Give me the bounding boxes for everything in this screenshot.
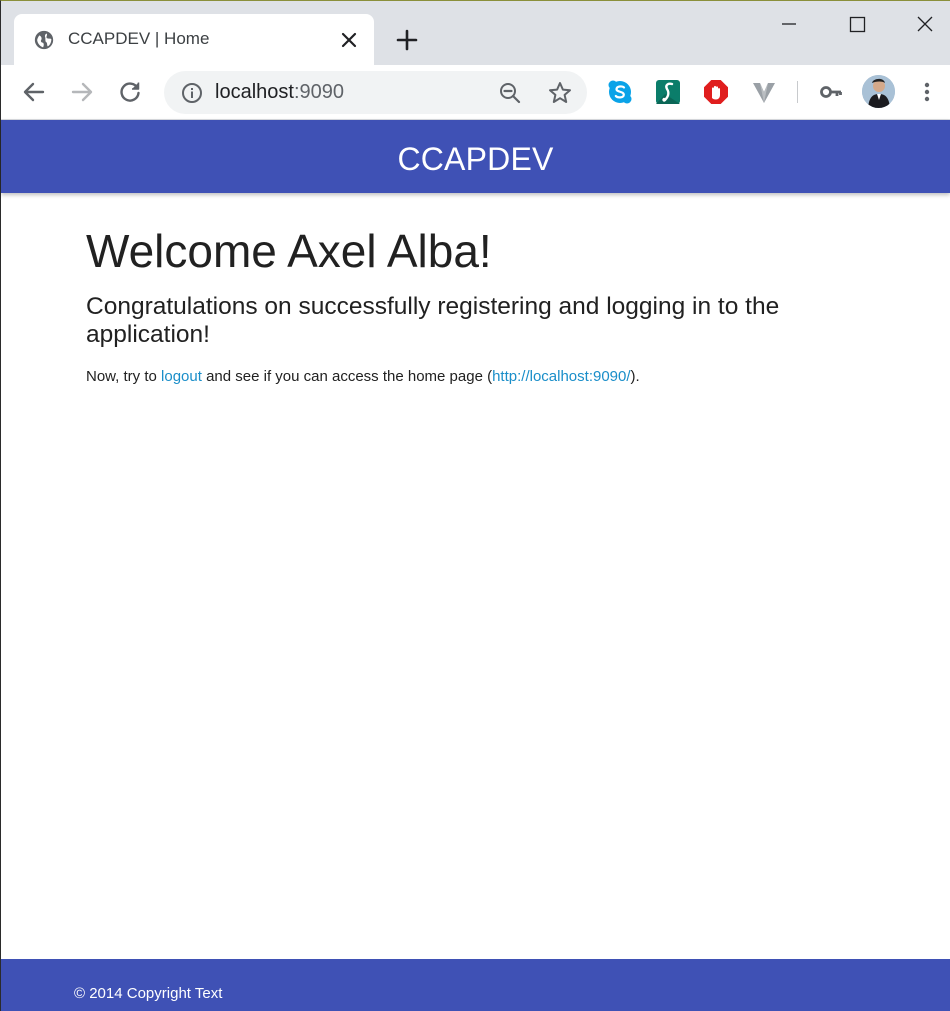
instructions-text: Now, try to logout and see if you can ac… bbox=[86, 368, 876, 386]
new-tab-plus-icon[interactable] bbox=[394, 27, 420, 53]
s-extension-icon[interactable] bbox=[655, 79, 681, 105]
reload-icon[interactable] bbox=[117, 79, 143, 105]
site-brand[interactable]: CCAPDEV bbox=[1, 120, 950, 193]
url-text[interactable]: localhost:9090 bbox=[215, 81, 344, 104]
address-bar[interactable]: localhost:9090 bbox=[164, 71, 587, 114]
info-icon[interactable] bbox=[180, 81, 204, 105]
note-prefix: Now, try to bbox=[86, 368, 162, 385]
minimize-icon[interactable] bbox=[771, 9, 807, 39]
home-page-link[interactable]: http://localhost:9090/ bbox=[492, 368, 630, 385]
toolbar-divider bbox=[797, 81, 798, 103]
globe-icon bbox=[33, 29, 55, 51]
main-content: Welcome Axel Alba! Congratulations on su… bbox=[86, 223, 876, 386]
v-extension-icon[interactable] bbox=[751, 79, 777, 105]
star-icon[interactable] bbox=[547, 80, 573, 106]
congrats-subtitle: Congratulations on successfully register… bbox=[86, 293, 780, 348]
key-icon[interactable] bbox=[818, 79, 844, 105]
window-close-icon[interactable] bbox=[907, 9, 943, 39]
copyright-text: © 2014 Copyright Text bbox=[74, 985, 223, 1002]
maximize-icon[interactable] bbox=[839, 9, 875, 39]
note-middle: and see if you can access the home page … bbox=[201, 368, 493, 385]
logout-link[interactable]: logout bbox=[161, 368, 202, 385]
zoom-out-icon[interactable] bbox=[498, 81, 522, 105]
site-footer: © 2014 Copyright Text bbox=[1, 959, 950, 1011]
forward-arrow-icon[interactable] bbox=[69, 79, 95, 105]
tab-strip: CCAPDEV | Home bbox=[1, 1, 950, 65]
tab-close-icon[interactable] bbox=[340, 31, 358, 49]
note-suffix: ). bbox=[630, 368, 640, 385]
url-port: :9090 bbox=[293, 81, 344, 103]
browser-toolbar: localhost:9090 bbox=[1, 65, 950, 120]
url-host: localhost bbox=[215, 81, 294, 103]
profile-avatar[interactable] bbox=[862, 75, 895, 108]
tab-title: CCAPDEV | Home bbox=[68, 29, 210, 48]
tab-home[interactable]: CCAPDEV | Home bbox=[14, 14, 374, 65]
stop-hand-icon[interactable] bbox=[703, 79, 729, 105]
back-arrow-icon[interactable] bbox=[21, 79, 47, 105]
skype-icon[interactable] bbox=[607, 79, 633, 105]
kebab-menu-icon[interactable] bbox=[918, 79, 936, 105]
browser-window: CCAPDEV | Home localhost:9090 CCAPDEV We… bbox=[0, 0, 950, 1011]
site-header: CCAPDEV bbox=[1, 120, 950, 193]
welcome-heading: Welcome Axel Alba! bbox=[86, 225, 492, 277]
